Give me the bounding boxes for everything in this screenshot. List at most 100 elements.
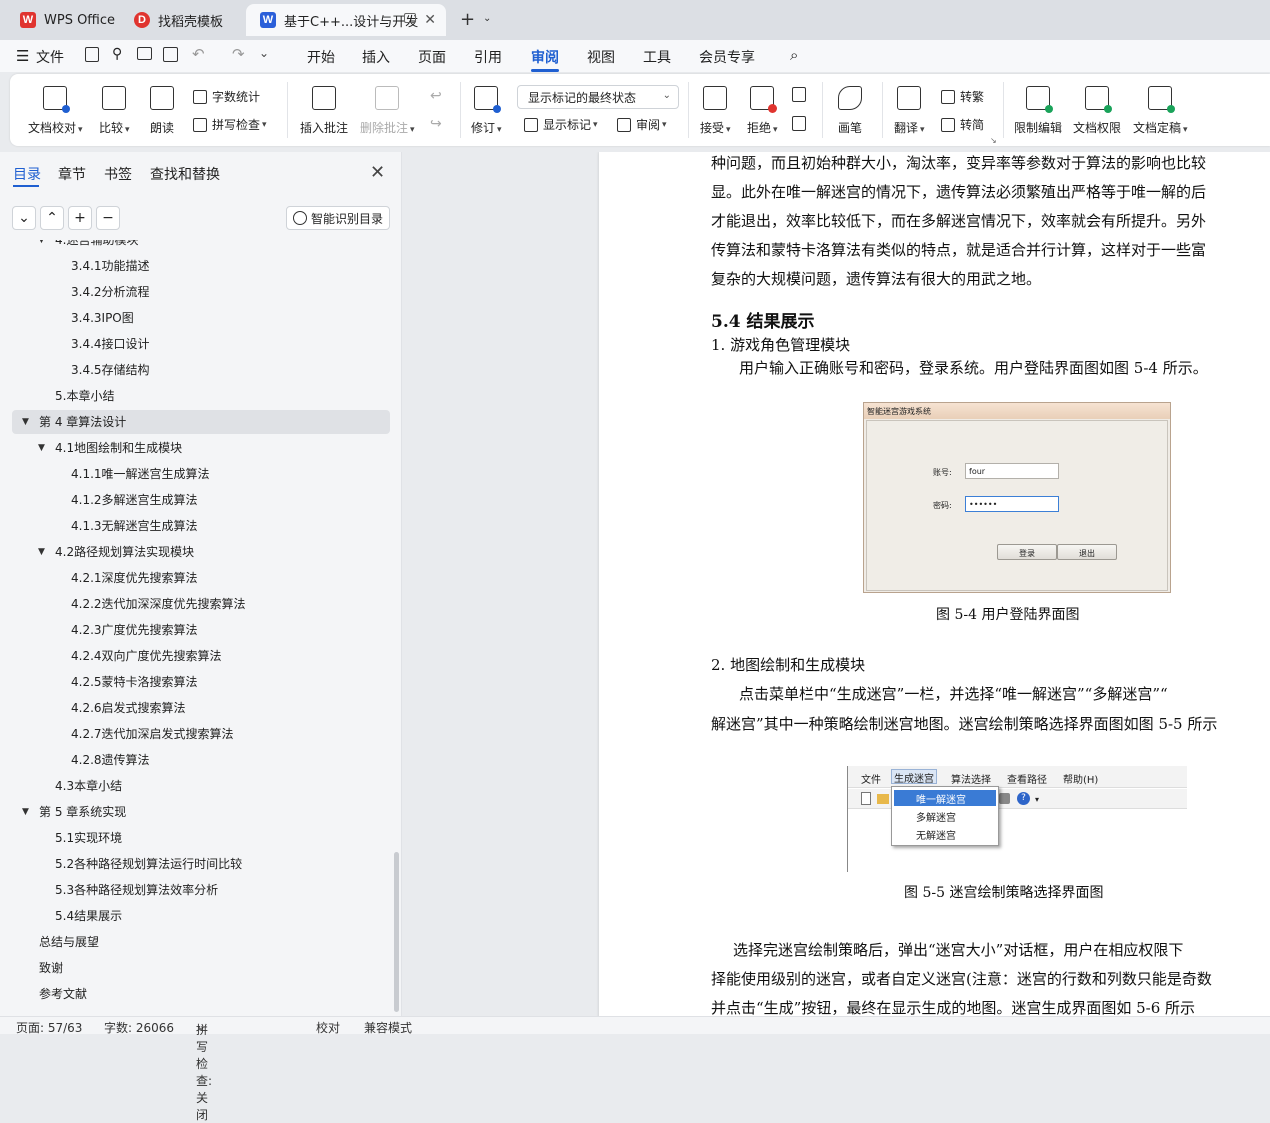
search-icon[interactable]: ⌕ — [790, 46, 798, 64]
menu-page[interactable]: 页面 — [418, 47, 446, 67]
dialog-launcher-icon[interactable]: ↘ — [990, 136, 997, 145]
review-pane-button[interactable]: 审阅 ▾ — [617, 116, 667, 133]
toc-item[interactable]: 4.2.1深度优先搜索算法 — [12, 566, 390, 590]
tab-wps-office[interactable]: W WPS Office — [6, 4, 116, 36]
toc-item[interactable]: 参考文献 — [12, 982, 390, 1006]
close-tab-icon[interactable]: ✕ — [424, 12, 436, 28]
next-change-icon[interactable] — [792, 116, 806, 131]
menu-reference[interactable]: 引用 — [474, 47, 502, 67]
remove-heading-button[interactable]: − — [96, 206, 120, 230]
toc-item[interactable]: ▼ 第 5 章系统实现 — [12, 800, 390, 824]
undo-icon[interactable]: ↶ — [192, 45, 205, 63]
tab-document[interactable]: W 基于C++...设计与开发 ✕ — [246, 4, 446, 36]
spell-check-button[interactable]: 拼写检查 ▾ — [193, 116, 267, 133]
add-heading-button[interactable]: + — [68, 206, 92, 230]
expand-triangle-icon[interactable]: ▼ — [38, 436, 45, 460]
expand-triangle-icon[interactable]: ▼ — [22, 800, 29, 824]
toc-item[interactable]: ▼ 4.2路径规划算法实现模块 — [12, 540, 390, 564]
expand-triangle-icon[interactable]: ▼ — [22, 410, 29, 434]
link-icon[interactable]: ⚲ — [112, 46, 122, 62]
toc-scrollbar[interactable] — [394, 852, 399, 1012]
track-changes-button[interactable]: 修订 ▾ — [471, 86, 502, 136]
chevron-down-icon[interactable]: ⌄ — [483, 13, 491, 24]
toc-item[interactable]: 4.2.7迭代加深启发式搜索算法 — [12, 722, 390, 746]
toc-item[interactable]: 致谢 — [12, 956, 390, 980]
print-preview-icon[interactable] — [163, 47, 178, 62]
smart-toc-button[interactable]: 智能识别目录 — [286, 206, 390, 230]
toc-item[interactable]: 5.本章小结 — [12, 384, 390, 408]
quick-access-chevron-icon[interactable]: ⌄ — [259, 46, 269, 60]
expand-triangle-icon[interactable]: ▼ — [38, 540, 45, 564]
save-icon[interactable] — [85, 47, 99, 62]
print-icon[interactable] — [137, 47, 152, 60]
reject-button[interactable]: 拒绝 ▾ — [747, 86, 778, 136]
tab-chapters[interactable]: 章节 — [58, 164, 86, 184]
menu-file[interactable]: 文件 — [36, 47, 64, 67]
show-markup-button[interactable]: 显示标记 ▾ — [524, 116, 598, 133]
toc-item[interactable]: 3.4.5存储结构 — [12, 358, 390, 382]
pen-button[interactable]: 画笔 — [838, 86, 862, 136]
toc-item[interactable]: ▼ 第 4 章算法设计 — [12, 410, 390, 434]
delete-comment-button[interactable]: 删除批注 ▾ — [360, 86, 415, 136]
accept-button[interactable]: 接受 ▾ — [700, 86, 731, 136]
word-count-indicator[interactable]: 字数: 26066 — [104, 1019, 174, 1036]
toc-item[interactable]: 4.1.3无解迷宫生成算法 — [12, 514, 390, 538]
tab-find-replace[interactable]: 查找和替换 — [150, 164, 220, 184]
close-panel-icon[interactable]: ✕ — [370, 162, 385, 183]
collapse-down-button[interactable]: ⌄ — [12, 206, 36, 230]
toc-item[interactable]: 5.1实现环境 — [12, 826, 390, 850]
doc-permission-button[interactable]: 文档权限 — [1073, 86, 1121, 136]
compare-button[interactable]: 比较 ▾ — [99, 86, 130, 136]
word-count-button[interactable]: 字数统计 — [193, 88, 260, 105]
toc-item[interactable]: 3.4.4接口设计 — [12, 332, 390, 356]
to-traditional-button[interactable]: 转繁 — [941, 88, 984, 105]
translate-button[interactable]: 翻译 ▾ — [894, 86, 925, 136]
toc-item[interactable]: 4.2.5蒙特卡洛搜索算法 — [12, 670, 390, 694]
expand-triangle-icon[interactable]: ▼ — [38, 240, 45, 252]
hamburger-icon[interactable]: ☰ — [16, 47, 29, 65]
toc-item[interactable]: 5.4结果展示 — [12, 904, 390, 928]
spell-check-indicator[interactable]: 拼写检查: 关闭 ⌄ — [196, 1019, 212, 1122]
tab-toc[interactable]: 目录 — [13, 164, 41, 184]
insert-comment-button[interactable]: 插入批注 — [300, 86, 348, 136]
toc-item[interactable]: 4.3本章小结 — [12, 774, 390, 798]
tab-bookmarks[interactable]: 书签 — [104, 164, 132, 184]
redo-icon[interactable]: ↷ — [232, 45, 245, 63]
proofread-indicator[interactable]: 校对 — [316, 1019, 340, 1036]
toc-item[interactable]: 3.4.3IPO图 — [12, 306, 390, 330]
toc-item[interactable]: 4.2.2迭代加深深度优先搜索算法 — [12, 592, 390, 616]
read-aloud-button[interactable]: 朗读 — [150, 86, 174, 136]
toc-item[interactable]: 5.2各种路径规划算法运行时间比较 — [12, 852, 390, 876]
restrict-edit-button[interactable]: 限制编辑 — [1014, 86, 1062, 136]
toc-item[interactable]: ▼ 4.迷宫辅助模块 — [12, 240, 390, 252]
previous-comment-icon[interactable]: ↩ — [430, 88, 442, 104]
menu-member[interactable]: 会员专享 — [699, 47, 755, 67]
toc-item[interactable]: 4.1.1唯一解迷宫生成算法 — [12, 462, 390, 486]
menu-view[interactable]: 视图 — [587, 47, 615, 67]
new-tab-icon[interactable]: + — [460, 9, 475, 30]
doc-finalize-button[interactable]: 文档定稿 ▾ — [1133, 86, 1188, 136]
toc-item[interactable]: 4.2.6启发式搜索算法 — [12, 696, 390, 720]
menu-tools[interactable]: 工具 — [643, 47, 671, 67]
toc-item[interactable]: 4.2.8遗传算法 — [12, 748, 390, 772]
proofread-button[interactable]: 文档校对 ▾ — [28, 86, 83, 136]
menu-home[interactable]: 开始 — [307, 47, 335, 67]
to-simplified-button[interactable]: 转简 — [941, 116, 984, 133]
window-icon[interactable] — [404, 13, 416, 23]
toc-item[interactable]: 3.4.2分析流程 — [12, 280, 390, 304]
toc-item[interactable]: 总结与展望 — [12, 930, 390, 954]
menu-review[interactable]: 审阅 — [531, 47, 559, 67]
page-indicator[interactable]: 页面: 57/63 — [16, 1019, 82, 1036]
toc-item[interactable]: 4.1.2多解迷宫生成算法 — [12, 488, 390, 512]
tab-docer[interactable]: D 找稻壳模板 — [120, 4, 242, 36]
toc-item[interactable]: 5.3各种路径规划算法效率分析 — [12, 878, 390, 902]
collapse-up-button[interactable]: ⌃ — [40, 206, 64, 230]
next-comment-icon[interactable]: ↪ — [430, 116, 442, 132]
toc-item[interactable]: ▼ 4.1地图绘制和生成模块 — [12, 436, 390, 460]
toc-item[interactable]: 4.2.3广度优先搜索算法 — [12, 618, 390, 642]
markup-state-select[interactable]: 显示标记的最终状态 ⌄ — [517, 85, 679, 109]
toc-item[interactable]: 4.2.4双向广度优先搜索算法 — [12, 644, 390, 668]
toc-item[interactable]: 3.4.1功能描述 — [12, 254, 390, 278]
previous-change-icon[interactable] — [792, 87, 806, 102]
menu-insert[interactable]: 插入 — [362, 47, 390, 67]
